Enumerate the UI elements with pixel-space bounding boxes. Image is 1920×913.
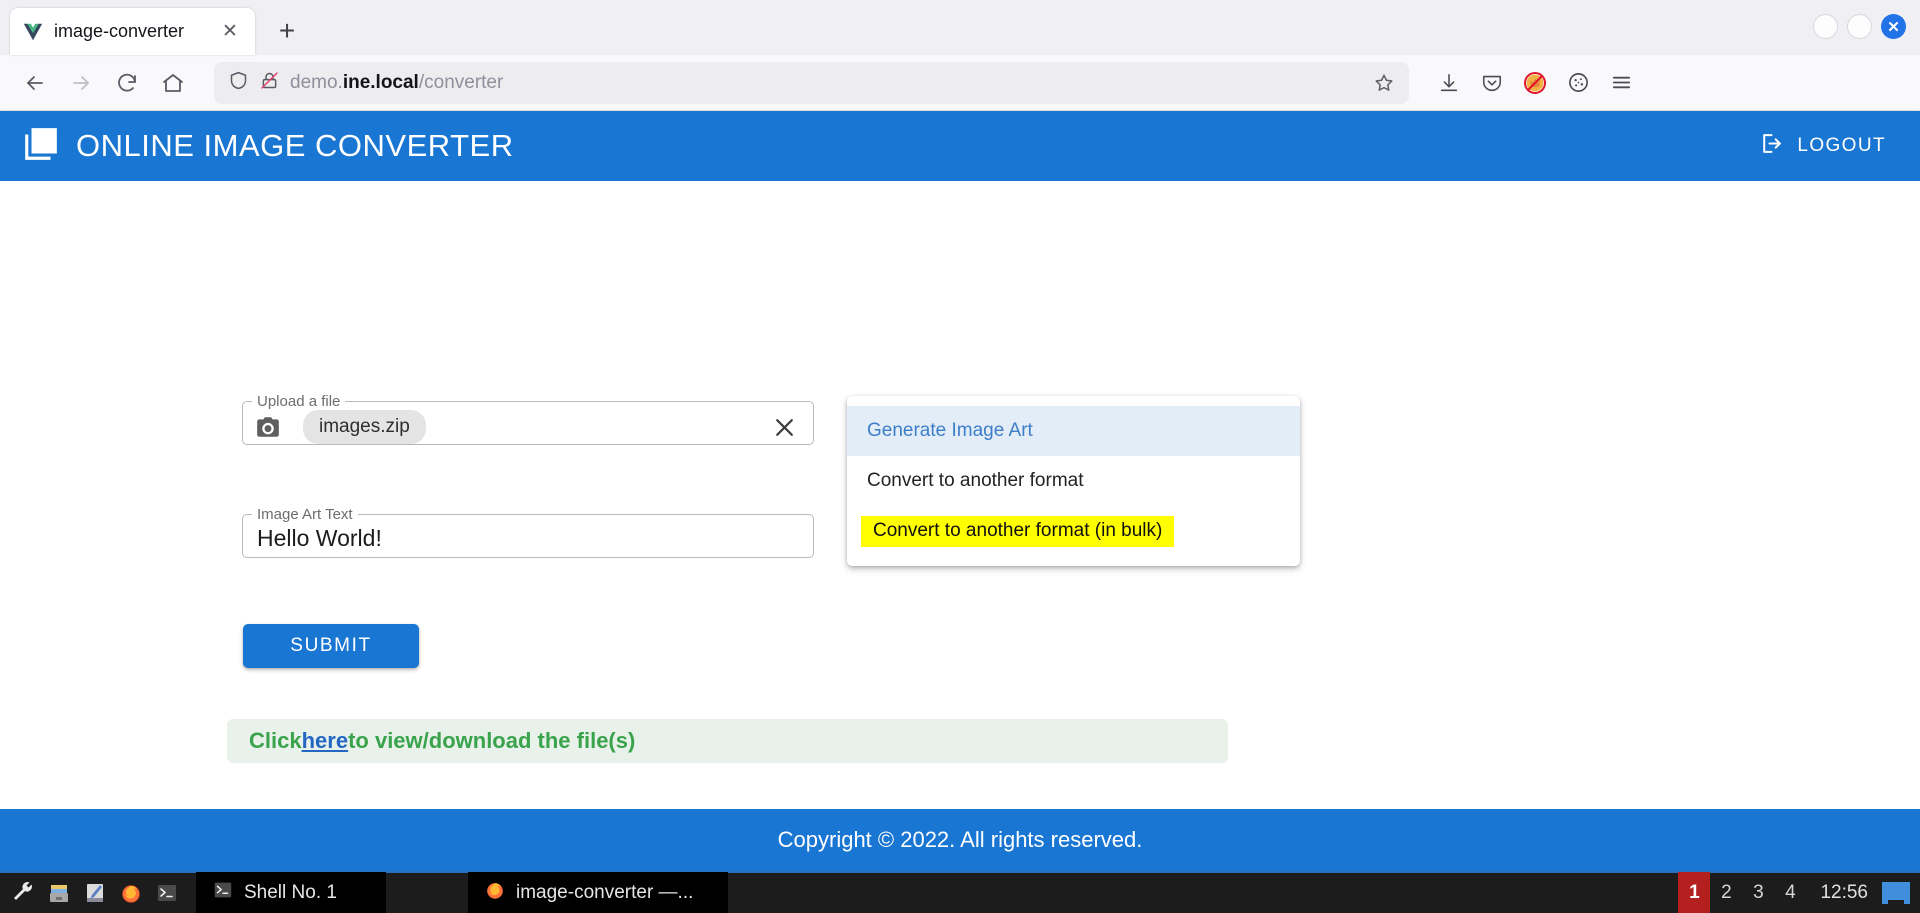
browser-window: image-converter ✕ + ✕ demo.ine.local/con… bbox=[0, 0, 1920, 871]
taskbar-window-shell[interactable]: Shell No. 1 bbox=[196, 872, 386, 913]
downloads-icon[interactable] bbox=[1429, 63, 1469, 103]
terminal-icon bbox=[212, 879, 234, 907]
dropdown-option-convert-format[interactable]: Convert to another format bbox=[847, 456, 1300, 506]
image-art-text-input[interactable]: Hello World! bbox=[255, 523, 384, 556]
blocked-fox-icon[interactable] bbox=[1515, 63, 1555, 103]
dropdown-option-convert-format-bulk[interactable]: Convert to another format (in bulk) bbox=[847, 506, 1300, 556]
workspace-2-button[interactable]: 2 bbox=[1710, 872, 1742, 913]
forward-icon[interactable] bbox=[60, 62, 102, 104]
desktop-taskbar: Shell No. 1 image-converter —... 1 2 3 4… bbox=[0, 871, 1920, 913]
shield-icon bbox=[228, 70, 249, 96]
uploaded-file-chip[interactable]: images.zip bbox=[303, 410, 426, 444]
wrench-icon[interactable] bbox=[8, 878, 38, 908]
taskbar-launchers bbox=[0, 878, 182, 908]
page-footer: Copyright © 2022. All rights reserved. bbox=[0, 809, 1920, 871]
photo-library-icon bbox=[22, 125, 60, 168]
desktop-pager-icon[interactable] bbox=[1882, 882, 1910, 904]
navigation-toolbar: demo.ine.local/converter bbox=[0, 55, 1920, 111]
reload-icon[interactable] bbox=[106, 62, 148, 104]
app-brand: ONLINE IMAGE CONVERTER bbox=[22, 125, 514, 168]
terminal-icon[interactable] bbox=[152, 878, 182, 908]
home-icon[interactable] bbox=[152, 62, 194, 104]
minimize-button[interactable] bbox=[1813, 14, 1838, 39]
alert-suffix: to view/download the file(s) bbox=[348, 728, 636, 753]
firefox-icon[interactable] bbox=[116, 878, 146, 908]
upload-file-legend: Upload a file bbox=[257, 393, 341, 410]
new-tab-button[interactable]: + bbox=[267, 11, 307, 51]
conversion-mode-dropdown[interactable]: Generate Image Art Convert to another fo… bbox=[847, 396, 1300, 566]
dropdown-option-label: Convert to another format bbox=[867, 470, 1084, 491]
alert-prefix: Click bbox=[249, 728, 302, 753]
cookie-icon[interactable] bbox=[1558, 63, 1598, 103]
browser-tab[interactable]: image-converter ✕ bbox=[10, 8, 255, 55]
taskbar-clock: 12:56 bbox=[1820, 882, 1868, 903]
maximize-button[interactable] bbox=[1847, 14, 1872, 39]
url-text: demo.ine.local/converter bbox=[290, 71, 504, 93]
workspace-1-button[interactable]: 1 bbox=[1678, 872, 1711, 913]
insecure-lock-icon bbox=[259, 70, 280, 96]
image-art-text-legend: Image Art Text bbox=[257, 506, 353, 523]
bookmark-star-icon[interactable] bbox=[1367, 66, 1401, 100]
back-icon[interactable] bbox=[14, 62, 56, 104]
pocket-icon[interactable] bbox=[1472, 63, 1512, 103]
file-manager-icon[interactable] bbox=[44, 878, 74, 908]
taskbar-status-area: 1 2 3 4 12:56 bbox=[1678, 872, 1920, 913]
taskbar-window-browser[interactable]: image-converter —... bbox=[468, 872, 728, 913]
page-title: ONLINE IMAGE CONVERTER bbox=[76, 128, 514, 163]
logout-button[interactable]: LOGOUT bbox=[1747, 123, 1898, 170]
image-art-text-row: Hello World! bbox=[243, 523, 813, 565]
close-window-button[interactable]: ✕ bbox=[1881, 14, 1906, 39]
main-content: Upload a file images.zip Image Art Text bbox=[0, 181, 1920, 809]
download-alert: Click here to view/download the file(s) bbox=[227, 719, 1228, 763]
image-art-text-field[interactable]: Image Art Text Hello World! bbox=[242, 506, 814, 558]
upload-file-field[interactable]: Upload a file images.zip bbox=[242, 393, 814, 445]
workspace-3-button[interactable]: 3 bbox=[1742, 872, 1774, 913]
download-link[interactable]: here bbox=[302, 728, 348, 754]
hamburger-menu-icon[interactable] bbox=[1601, 63, 1641, 103]
dropdown-option-label: Convert to another format (in bulk) bbox=[861, 515, 1175, 547]
tab-close-icon[interactable]: ✕ bbox=[217, 19, 243, 45]
workspace-4-button[interactable]: 4 bbox=[1774, 872, 1806, 913]
copyright-text: Copyright © 2022. All rights reserved. bbox=[777, 827, 1143, 852]
logout-label: LOGOUT bbox=[1797, 135, 1886, 156]
vue-logo-icon bbox=[22, 21, 44, 43]
taskbar-window-label: Shell No. 1 bbox=[244, 882, 337, 903]
page-viewport: ONLINE IMAGE CONVERTER LOGOUT Upload a f… bbox=[0, 111, 1920, 871]
upload-file-row: images.zip bbox=[243, 410, 813, 453]
taskbar-window-label: image-converter —... bbox=[516, 882, 694, 903]
text-editor-icon[interactable] bbox=[80, 878, 110, 908]
tab-title: image-converter bbox=[54, 21, 185, 41]
clear-file-icon[interactable] bbox=[767, 410, 801, 444]
url-bar[interactable]: demo.ine.local/converter bbox=[214, 61, 1409, 104]
camera-icon[interactable] bbox=[255, 414, 289, 440]
tab-strip: image-converter ✕ + ✕ bbox=[0, 0, 1920, 55]
app-header: ONLINE IMAGE CONVERTER LOGOUT bbox=[0, 111, 1920, 181]
exit-door-icon bbox=[1759, 131, 1784, 162]
window-controls: ✕ bbox=[1813, 14, 1906, 39]
submit-button[interactable]: SUBMIT bbox=[243, 624, 419, 668]
browser-toolbar-icons bbox=[1429, 63, 1641, 103]
firefox-icon bbox=[484, 879, 506, 907]
dropdown-option-label: Generate Image Art bbox=[867, 420, 1033, 441]
dropdown-option-generate-image-art[interactable]: Generate Image Art bbox=[847, 406, 1300, 456]
